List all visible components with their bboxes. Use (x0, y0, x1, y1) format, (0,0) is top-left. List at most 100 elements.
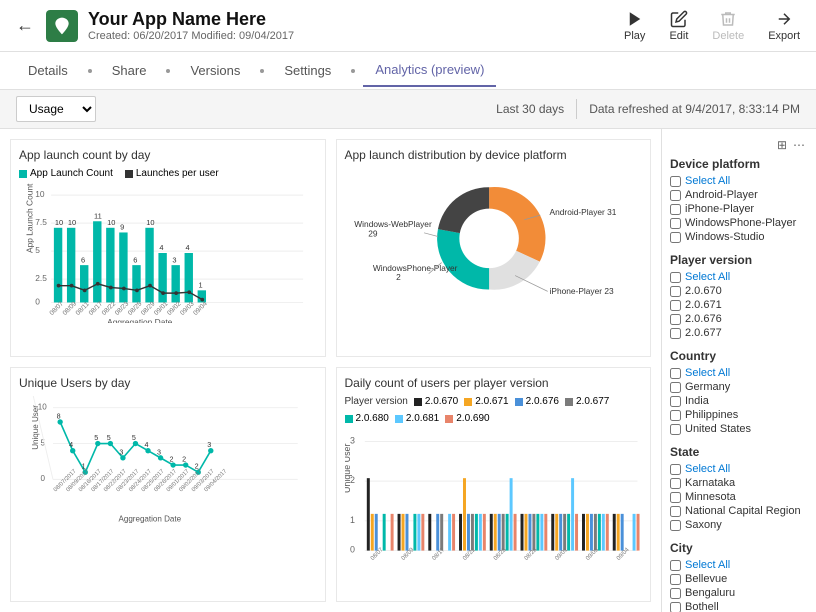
city-select-all-checkbox[interactable] (670, 560, 681, 571)
state-saxony[interactable]: Saxony (670, 519, 808, 531)
device-android[interactable]: Android-Player (670, 189, 808, 201)
country-germany[interactable]: Germany (670, 381, 808, 393)
player-2676-checkbox[interactable] (670, 314, 681, 325)
city-bengaluru-checkbox[interactable] (670, 588, 681, 599)
usage-select[interactable]: Usage (16, 96, 96, 122)
player-2677-checkbox[interactable] (670, 328, 681, 339)
device-platform-title: Device platform (670, 157, 808, 171)
city-bellevue[interactable]: Bellevue (670, 573, 808, 585)
player-2677[interactable]: 2.0.677 (670, 327, 808, 339)
tab-versions[interactable]: Versions (178, 55, 252, 86)
country-india-checkbox[interactable] (670, 396, 681, 407)
back-button[interactable]: ← (16, 15, 34, 36)
edit-label: Edit (669, 30, 688, 42)
state-ncr[interactable]: National Capital Region (670, 505, 808, 517)
tab-settings[interactable]: Settings (272, 55, 343, 86)
tab-details[interactable]: Details (16, 55, 80, 86)
player-select-all[interactable]: Select All (670, 271, 808, 283)
svg-text:1: 1 (349, 515, 354, 525)
country-select-all[interactable]: Select All (670, 367, 808, 379)
country-philippines-checkbox[interactable] (670, 410, 681, 421)
player-2671[interactable]: 2.0.671 (670, 299, 808, 311)
device-windowsphone-checkbox[interactable] (670, 218, 681, 229)
svg-text:10: 10 (68, 218, 76, 227)
country-select-all-checkbox[interactable] (670, 368, 681, 379)
delete-label: Delete (712, 30, 744, 42)
city-bellevue-checkbox[interactable] (670, 574, 681, 585)
legend-2690: 2.0.690 (445, 413, 489, 424)
state-title: State (670, 445, 808, 459)
tab-share[interactable]: Share (100, 55, 159, 86)
state-minnesota[interactable]: Minnesota (670, 491, 808, 503)
legend-color-launch (19, 170, 27, 178)
player-version-title: Player version (670, 253, 808, 267)
city-bothell[interactable]: Bothell (670, 601, 808, 612)
svg-text:2: 2 (170, 455, 174, 463)
svg-text:4: 4 (159, 243, 163, 252)
player-2677-label: 2.0.677 (685, 327, 722, 339)
edit-action[interactable]: Edit (669, 10, 688, 42)
city-bothell-label: Bothell (685, 601, 719, 612)
device-select-all[interactable]: Select All (670, 175, 808, 187)
player-2676[interactable]: 2.0.676 (670, 313, 808, 325)
svg-text:11: 11 (94, 211, 102, 220)
state-select-all-checkbox[interactable] (670, 464, 681, 475)
svg-text:5: 5 (94, 434, 98, 442)
device-iphone[interactable]: iPhone-Player (670, 203, 808, 215)
city-bengaluru[interactable]: Bengaluru (670, 587, 808, 599)
state-karnataka[interactable]: Karnataka (670, 477, 808, 489)
player-2676-label: 2.0.676 (685, 313, 722, 325)
country-germany-checkbox[interactable] (670, 382, 681, 393)
device-android-checkbox[interactable] (670, 190, 681, 201)
svg-text:10: 10 (35, 189, 45, 199)
state-karnataka-label: Karnataka (685, 477, 735, 489)
device-iphone-label: iPhone-Player (685, 203, 754, 215)
country-philippines-label: Philippines (685, 409, 738, 421)
state-minnesota-checkbox[interactable] (670, 492, 681, 503)
nav-dot-4 (351, 69, 355, 73)
sidebar-icons: ⊞ ⋯ (670, 137, 808, 153)
svg-text:7.5: 7.5 (35, 217, 47, 227)
svg-text:4: 4 (185, 243, 189, 252)
state-ncr-checkbox[interactable] (670, 506, 681, 517)
device-windows-studio[interactable]: Windows-Studio (670, 231, 808, 243)
svg-text:Android-Player 31: Android-Player 31 (549, 207, 616, 217)
device-windowsphone[interactable]: WindowsPhone-Player (670, 217, 808, 229)
player-2670[interactable]: 2.0.670 (670, 285, 808, 297)
svg-text:5: 5 (35, 245, 40, 255)
expand-icon[interactable]: ⊞ (774, 137, 790, 153)
last-period: Last 30 days (496, 102, 564, 116)
nav-dot-3 (260, 69, 264, 73)
legend-label-2671: 2.0.671 (475, 396, 508, 407)
tab-analytics[interactable]: Analytics (preview) (363, 54, 496, 87)
launch-count-legend: App Launch Count Launches per user (19, 168, 317, 179)
device-windows-studio-checkbox[interactable] (670, 232, 681, 243)
play-action[interactable]: Play (624, 10, 645, 42)
state-saxony-checkbox[interactable] (670, 520, 681, 531)
player-select-all-checkbox[interactable] (670, 272, 681, 283)
country-philippines[interactable]: Philippines (670, 409, 808, 421)
logo-icon (52, 16, 72, 36)
toolbar-right: Last 30 days Data refreshed at 9/4/2017,… (496, 99, 800, 119)
nav-dot-2 (166, 69, 170, 73)
legend-2670: 2.0.670 (414, 396, 458, 407)
svg-text:5: 5 (107, 434, 111, 442)
device-select-all-checkbox[interactable] (670, 176, 681, 187)
legend-2677: 2.0.677 (565, 396, 609, 407)
more-icon[interactable]: ⋯ (790, 137, 808, 153)
delete-action[interactable]: Delete (712, 10, 744, 42)
export-action[interactable]: Export (768, 10, 800, 42)
country-us-checkbox[interactable] (670, 424, 681, 435)
player-2670-checkbox[interactable] (670, 286, 681, 297)
city-bothell-checkbox[interactable] (670, 602, 681, 612)
state-karnataka-checkbox[interactable] (670, 478, 681, 489)
country-india[interactable]: India (670, 395, 808, 407)
device-android-label: Android-Player (685, 189, 758, 201)
city-select-all[interactable]: Select All (670, 559, 808, 571)
country-us[interactable]: United States (670, 423, 808, 435)
device-iphone-checkbox[interactable] (670, 204, 681, 215)
main-content: App launch count by day App Launch Count… (0, 129, 816, 612)
state-select-all[interactable]: Select All (670, 463, 808, 475)
daily-count-chart: 3 2 1 0 (345, 428, 643, 568)
player-2671-checkbox[interactable] (670, 300, 681, 311)
